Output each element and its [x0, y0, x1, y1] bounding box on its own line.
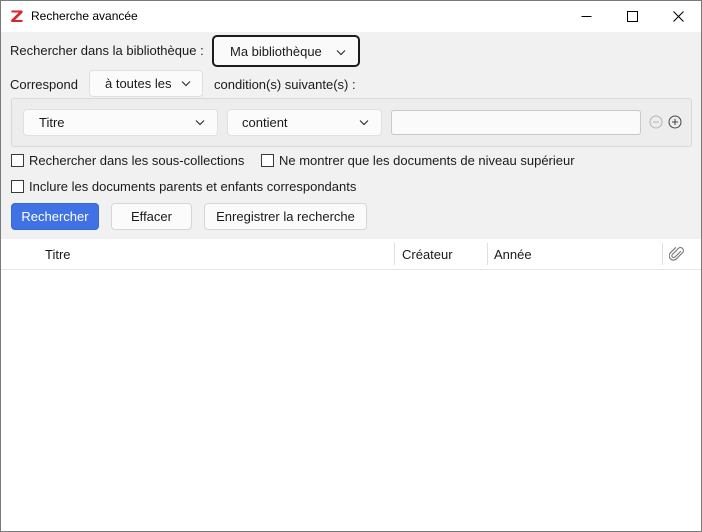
zotero-logo-icon	[11, 10, 23, 22]
remove-condition-icon[interactable]	[649, 115, 663, 129]
condition-operator-dropdown[interactable]: contient	[227, 109, 382, 136]
parents-children-checkbox[interactable]	[11, 180, 24, 193]
search-button[interactable]: Rechercher	[11, 203, 99, 230]
match-dropdown-value: à toutes les	[105, 76, 172, 91]
attachment-icon[interactable]	[669, 246, 685, 262]
subcollections-label: Rechercher dans les sous-collections	[29, 153, 245, 168]
match-dropdown[interactable]: à toutes les	[89, 70, 203, 97]
add-condition-icon[interactable]	[668, 115, 682, 129]
results-table-header: Titre Créateur Année	[1, 239, 701, 270]
chevron-down-icon	[181, 81, 191, 87]
close-button[interactable]	[655, 1, 701, 32]
maximize-button[interactable]	[609, 1, 655, 32]
close-icon	[672, 11, 684, 22]
match-label: Correspond	[10, 77, 78, 92]
title-bar: Recherche avancée	[1, 1, 701, 32]
column-header-title[interactable]: Titre	[45, 247, 71, 262]
condition-operator-value: contient	[242, 115, 288, 130]
results-list[interactable]	[1, 271, 701, 531]
library-dropdown[interactable]: Ma bibliothèque	[212, 35, 360, 67]
subcollections-checkbox[interactable]	[11, 154, 24, 167]
condition-field-dropdown[interactable]: Titre	[23, 109, 218, 136]
condition-field-value: Titre	[39, 115, 65, 130]
chevron-down-icon	[195, 120, 205, 126]
maximize-icon	[626, 11, 638, 22]
column-header-year[interactable]: Année	[494, 247, 532, 262]
parents-children-option[interactable]: Inclure les documents parents et enfants…	[11, 179, 356, 194]
column-divider[interactable]	[662, 243, 663, 265]
library-label: Rechercher dans la bibliothèque :	[10, 43, 204, 58]
top-level-option[interactable]: Ne montrer que les documents de niveau s…	[261, 153, 575, 168]
window-title: Recherche avancée	[31, 9, 138, 23]
chevron-down-icon	[336, 50, 346, 56]
column-divider[interactable]	[487, 243, 488, 265]
search-panel: Rechercher dans la bibliothèque : Ma bib…	[1, 32, 701, 239]
top-level-label: Ne montrer que les documents de niveau s…	[279, 153, 575, 168]
condition-row: Titre contient	[11, 98, 692, 147]
subcollections-option[interactable]: Rechercher dans les sous-collections	[11, 153, 244, 168]
clear-button[interactable]: Effacer	[111, 203, 192, 230]
parents-children-label: Inclure les documents parents et enfants…	[29, 179, 357, 194]
column-divider[interactable]	[394, 243, 395, 265]
condition-value-input[interactable]	[391, 110, 641, 135]
chevron-down-icon	[359, 120, 369, 126]
match-suffix-label: condition(s) suivante(s) :	[214, 77, 356, 92]
advanced-search-window: Recherche avancée Rechercher dans la bib…	[0, 0, 702, 532]
minimize-icon	[581, 16, 591, 17]
minimize-button[interactable]	[563, 1, 609, 32]
save-search-button[interactable]: Enregistrer la recherche	[204, 203, 367, 230]
column-header-creator[interactable]: Créateur	[402, 247, 453, 262]
top-level-checkbox[interactable]	[261, 154, 274, 167]
library-dropdown-value: Ma bibliothèque	[230, 44, 322, 59]
